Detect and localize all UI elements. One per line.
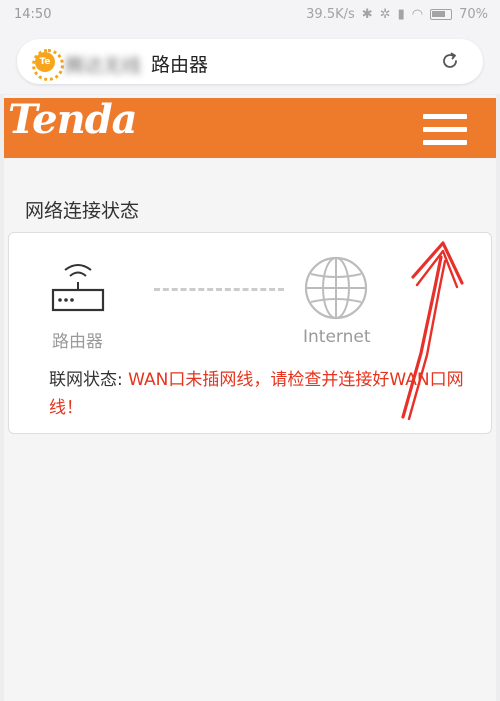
site-name-blurred: 腾达无线 bbox=[65, 55, 142, 77]
site-favicon-icon: Te bbox=[32, 49, 64, 81]
browser-toolbar: Te 腾达无线 路由器 bbox=[0, 30, 500, 94]
wifi-icon: ◠ bbox=[411, 7, 424, 22]
battery-icon bbox=[430, 9, 453, 20]
router-icon bbox=[51, 264, 105, 312]
battery-percent: 70% bbox=[459, 7, 488, 22]
web-page: Tenda 网络连接状态 路由器 Internet 联网状态: WAN口未插网线… bbox=[4, 95, 496, 701]
refresh-icon[interactable] bbox=[440, 51, 460, 71]
status-icons: 39.5K/s ✱ ✲ ▮ ◠ 70% bbox=[306, 7, 488, 22]
internet-label: Internet bbox=[303, 327, 371, 347]
bluetooth-icon: ✱ bbox=[361, 7, 373, 22]
site-name: 路由器 bbox=[151, 54, 209, 76]
status-bar: 14:50 39.5K/s ✱ ✲ ▮ ◠ 70% bbox=[0, 0, 500, 30]
page-title: 网络连接状态 bbox=[25, 200, 140, 222]
tenda-logo: Tenda bbox=[8, 96, 138, 143]
router-label: 路由器 bbox=[52, 332, 103, 352]
signal-icon: ▮ bbox=[397, 7, 405, 22]
hamburger-menu-icon[interactable] bbox=[423, 114, 467, 148]
address-bar[interactable]: Te 腾达无线 路由器 bbox=[17, 39, 483, 84]
brand-header: Tenda bbox=[4, 96, 496, 158]
network-speed: 39.5K/s bbox=[306, 7, 355, 22]
status-label: 联网状态: bbox=[49, 370, 129, 390]
status-time: 14:50 bbox=[14, 7, 52, 22]
connection-link-line bbox=[154, 288, 284, 291]
vibrate-icon: ✲ bbox=[379, 7, 391, 22]
globe-icon bbox=[304, 256, 368, 320]
annotation-arrow-icon bbox=[401, 241, 464, 420]
